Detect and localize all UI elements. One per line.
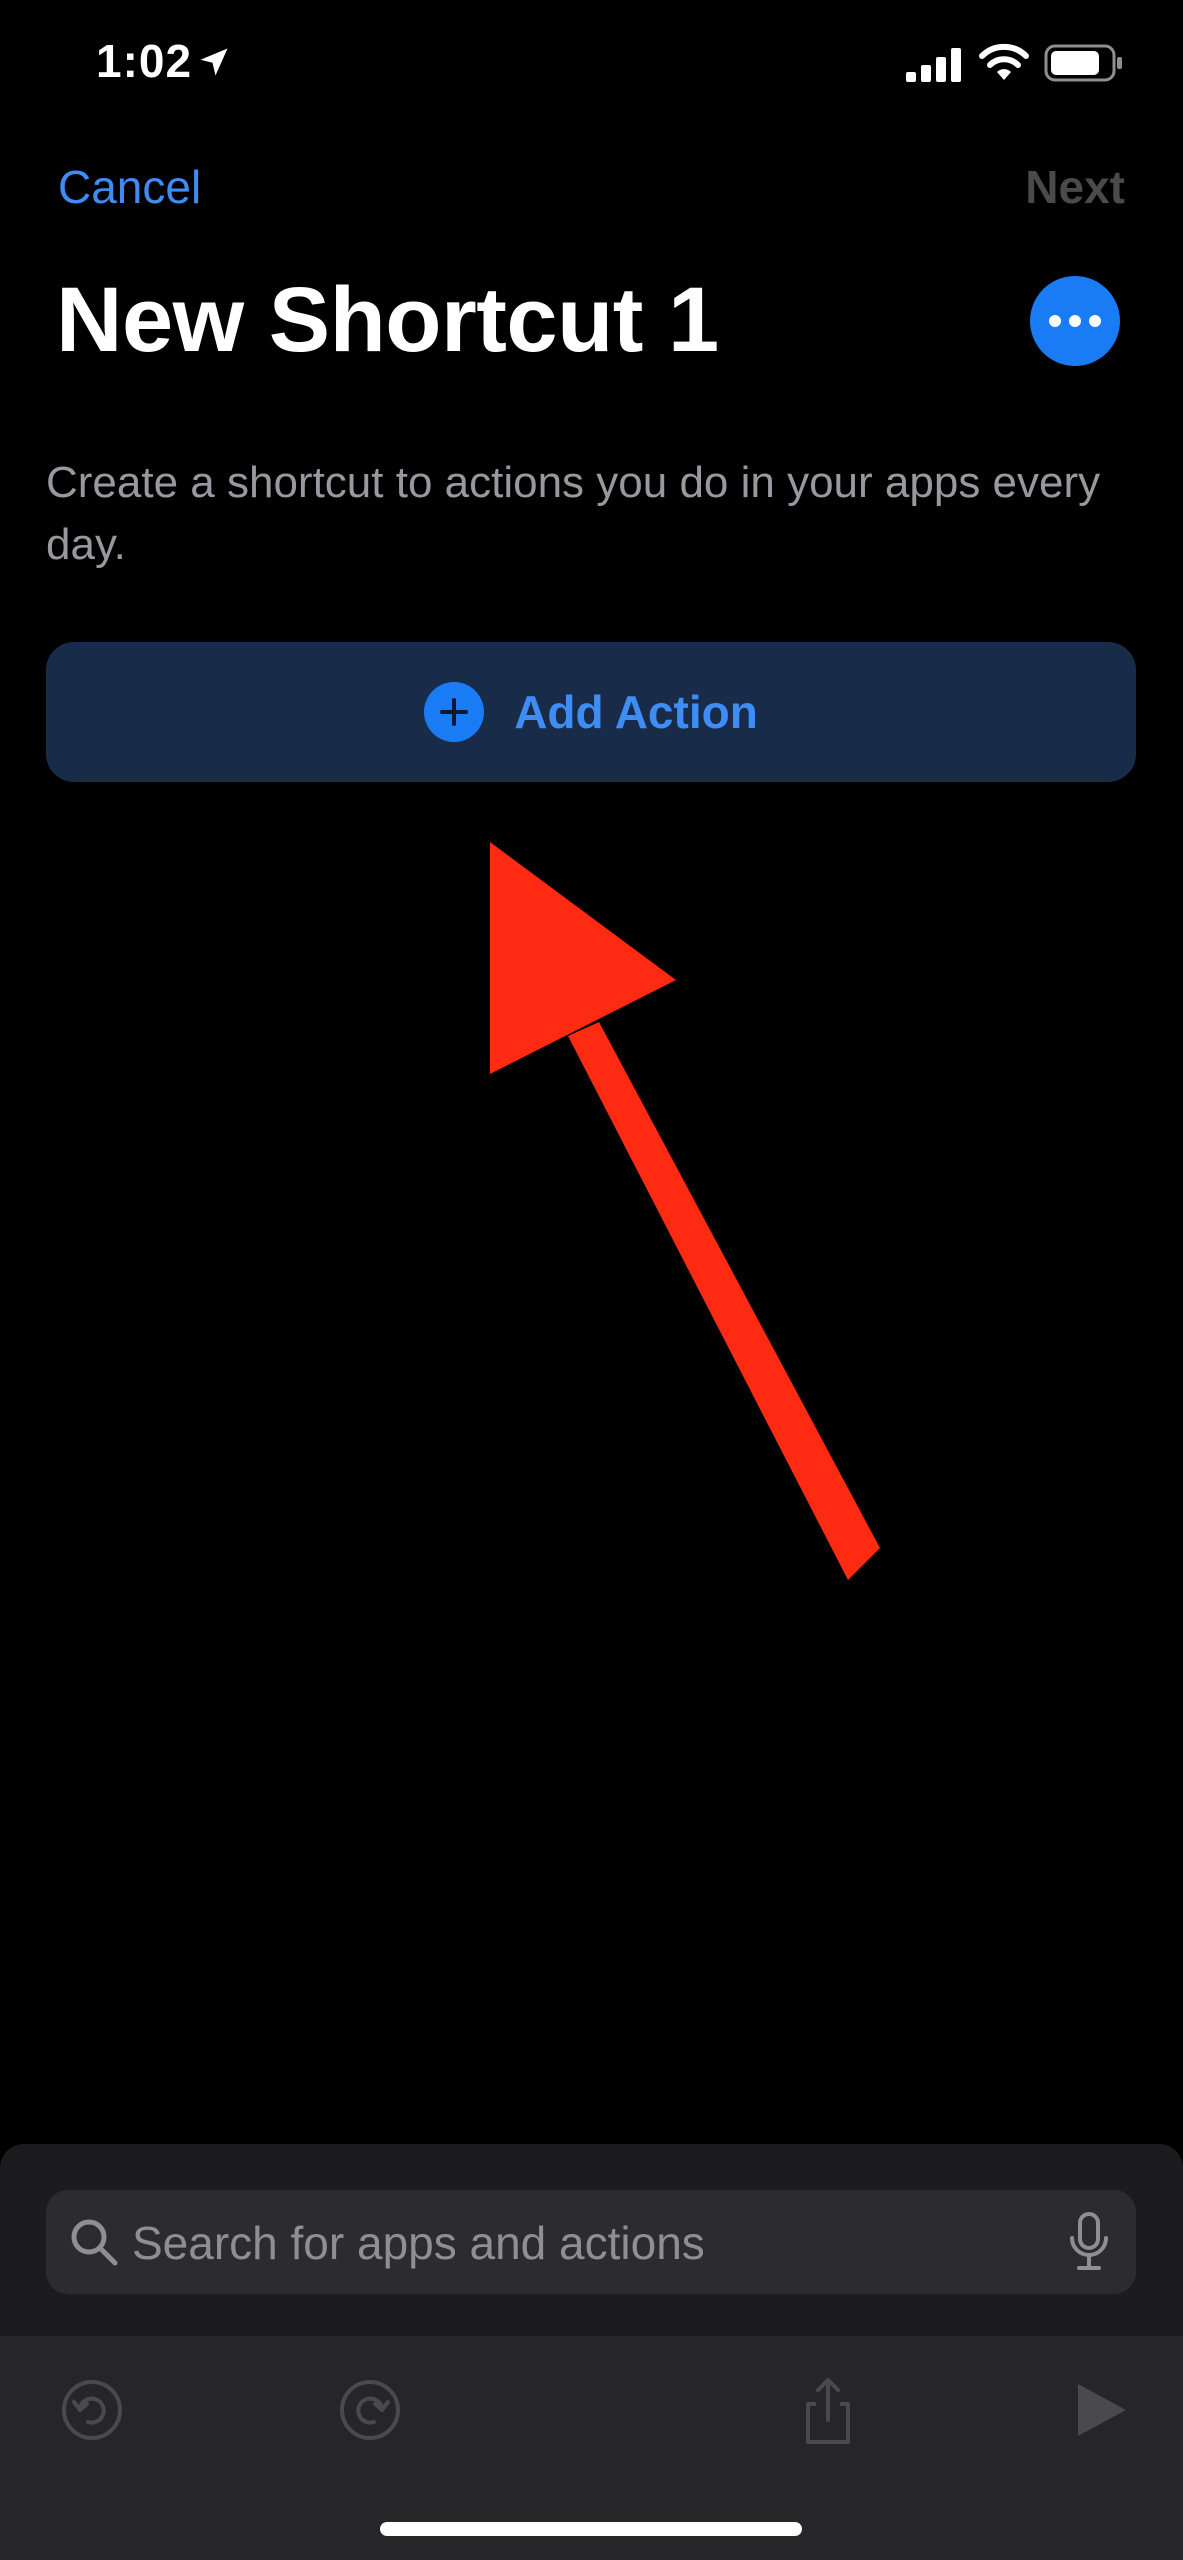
plus-circle-icon <box>424 682 485 742</box>
status-bar: 1:02 <box>0 0 1183 130</box>
ellipsis-icon <box>1049 315 1101 327</box>
undo-icon[interactable] <box>56 2374 128 2446</box>
bottom-sheet: Search for apps and actions <box>0 2144 1183 2560</box>
redo-icon[interactable] <box>334 2374 406 2446</box>
shortcut-description: Create a shortcut to actions you do in y… <box>46 458 1101 569</box>
play-icon[interactable] <box>1064 2374 1136 2446</box>
search-placeholder: Search for apps and actions <box>132 2217 705 2269</box>
location-arrow-icon <box>200 48 228 76</box>
home-indicator <box>380 2522 802 2536</box>
cellular-signal-icon <box>906 48 961 82</box>
cancel-button[interactable]: Cancel <box>58 160 201 214</box>
wifi-icon <box>979 43 1029 80</box>
page-title: New Shortcut 1 <box>56 269 719 371</box>
add-action-button[interactable]: Add Action <box>46 642 1136 782</box>
arrow-shaft <box>568 1022 880 1580</box>
share-icon[interactable] <box>792 2374 864 2446</box>
more-options-button[interactable] <box>1030 276 1120 366</box>
search-icon <box>71 2219 118 2266</box>
status-time: 1:02 <box>96 35 193 87</box>
next-button[interactable]: Next <box>1025 160 1125 214</box>
search-input[interactable]: Search for apps and actions <box>46 2190 1136 2294</box>
battery-icon <box>1044 44 1122 82</box>
add-action-label: Add Action <box>514 686 758 738</box>
microphone-icon[interactable] <box>1068 2212 1110 2272</box>
arrow-head <box>490 842 676 1074</box>
